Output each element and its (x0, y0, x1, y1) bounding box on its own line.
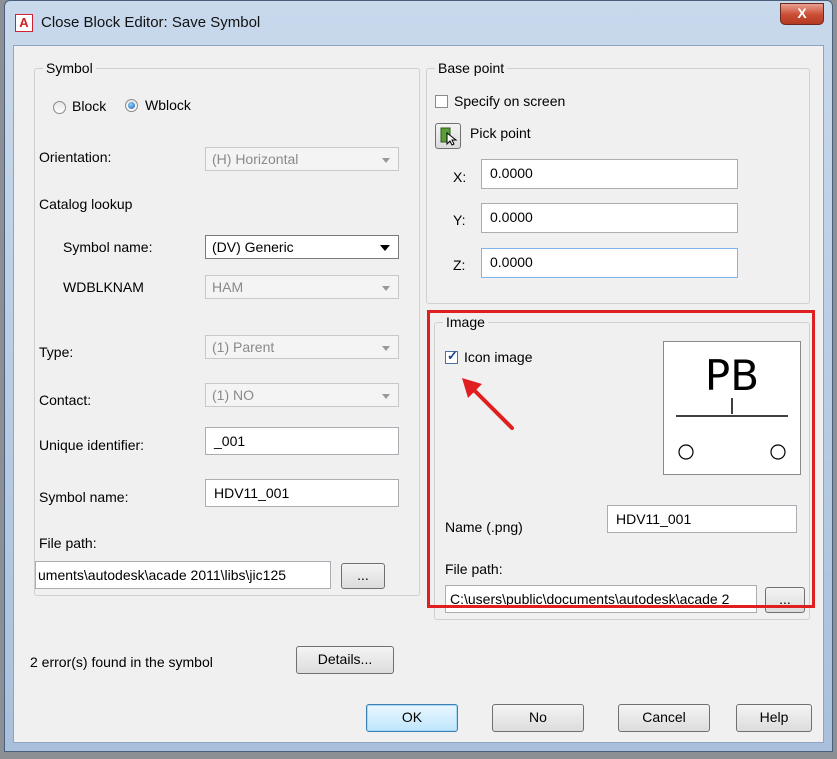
chevron-down-icon (382, 346, 390, 351)
dialog-client-area: Symbol Block Wblock Orientation: (H) Hor… (13, 45, 824, 743)
orientation-value: (H) Horizontal (212, 151, 299, 167)
orientation-dropdown[interactable]: (H) Horizontal (205, 147, 399, 171)
unique-identifier-label: Unique identifier: (39, 437, 145, 453)
wdblknam-dropdown[interactable]: HAM (205, 275, 399, 299)
wdblknam-value: HAM (212, 279, 244, 295)
symbol-name-label: Symbol name: (63, 239, 153, 255)
type-value: (1) Parent (212, 339, 275, 355)
specify-on-screen-checkbox[interactable] (435, 95, 448, 108)
base-point-group: Base point Specify on screen Pick point … (426, 60, 810, 304)
radio-block[interactable] (53, 101, 66, 114)
contact-label: Contact: (39, 392, 92, 408)
symbol-group-title: Symbol (43, 60, 96, 76)
no-button[interactable]: No (492, 704, 584, 732)
symbol-group: Symbol Block Wblock Orientation: (H) Hor… (34, 60, 420, 596)
catalog-lookup-label: Catalog lookup (39, 196, 133, 212)
unique-identifier-input[interactable]: _001 (205, 427, 399, 455)
chevron-down-icon (382, 286, 390, 291)
wdblknam-label: WDBLKNAM (63, 279, 144, 295)
type-label: Type: (39, 344, 74, 360)
x-coordinate-input[interactable]: 0.0000 (481, 159, 738, 189)
symbol-file-path-input[interactable]: uments\autodesk\acade 2011\libs\jic125 (35, 561, 331, 589)
base-point-group-title: Base point (435, 60, 508, 76)
errors-found-text: 2 error(s) found in the symbol (30, 654, 213, 670)
chevron-down-icon (380, 245, 390, 251)
cancel-button[interactable]: Cancel (618, 704, 710, 732)
pick-point-icon (440, 127, 458, 146)
symbol-file-path-browse-button[interactable]: ... (341, 563, 385, 589)
specify-on-screen-label[interactable]: Specify on screen (454, 93, 565, 109)
pick-point-label: Pick point (470, 125, 531, 141)
ok-button[interactable]: OK (366, 704, 458, 732)
contact-dropdown[interactable]: (1) NO (205, 383, 399, 407)
red-arrow-icon (462, 378, 514, 430)
chevron-down-icon (382, 158, 390, 163)
symbol-name2-input[interactable]: HDV11_001 (205, 479, 399, 507)
image-highlight-box (427, 310, 815, 608)
symbol-name-value: (DV) Generic (212, 239, 294, 255)
z-label: Z: (453, 257, 466, 273)
orientation-label: Orientation: (39, 149, 112, 165)
details-button[interactable]: Details... (296, 646, 394, 674)
radio-wblock[interactable] (125, 99, 138, 112)
y-label: Y: (453, 212, 466, 228)
window-title: Close Block Editor: Save Symbol (41, 14, 261, 31)
symbol-name2-label: Symbol name: (39, 489, 129, 505)
radio-wblock-label[interactable]: Wblock (145, 97, 191, 113)
file-path-label: File path: (39, 535, 97, 551)
pick-point-button[interactable] (435, 123, 461, 149)
autocad-app-icon: A (15, 14, 33, 32)
title-bar[interactable]: A Close Block Editor: Save Symbol X (5, 1, 832, 45)
y-coordinate-input[interactable]: 0.0000 (481, 203, 738, 233)
z-coordinate-input[interactable]: 0.0000 (481, 248, 738, 278)
chevron-down-icon (382, 394, 390, 399)
type-dropdown[interactable]: (1) Parent (205, 335, 399, 359)
radio-block-label[interactable]: Block (72, 98, 106, 114)
help-button[interactable]: Help (736, 704, 812, 732)
contact-value: (1) NO (212, 387, 254, 403)
close-button[interactable]: X (780, 3, 824, 25)
x-label: X: (453, 169, 467, 185)
symbol-name-dropdown[interactable]: (DV) Generic (205, 235, 399, 259)
dialog-window: A Close Block Editor: Save Symbol X Symb… (4, 0, 833, 752)
